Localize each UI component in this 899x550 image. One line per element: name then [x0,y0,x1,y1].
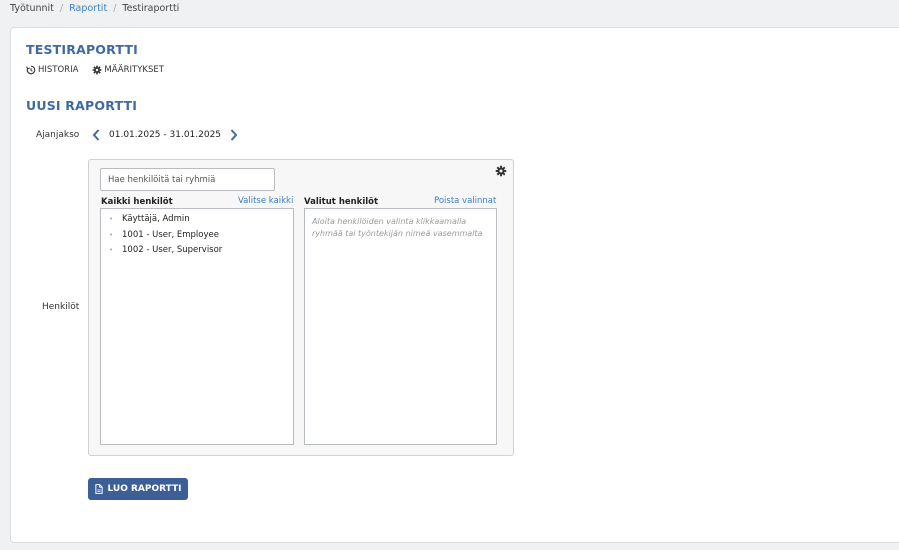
next-period-button[interactable] [229,128,239,142]
gear-icon [93,65,102,75]
settings-label: MÄÄRITYKSET [104,65,164,75]
clear-selection-link[interactable]: Poista valinnat [434,196,496,206]
file-report-icon [95,484,104,494]
list-item-label: 1001 - User, Employee [122,229,219,240]
person-selector-panel: Hae henkilöitä tai ryhmiä Kaikki henkilö… [88,159,514,456]
period-value[interactable]: 01.01.2025 - 31.01.2025 [109,130,221,140]
history-link[interactable]: HISTORIA [26,65,78,75]
report-card: TESTIRAPORTTI HISTORIA MÄÄRITYKSET UUSI … [10,27,899,543]
breadcrumb-current: Testiraportti [122,3,180,14]
section-title: UUSI RAPORTTI [26,98,138,113]
bullet: • [109,215,114,223]
report-subnav: HISTORIA MÄÄRITYKSET [26,65,164,75]
chevron-left-icon [92,129,100,141]
all-persons-header: Kaikki henkilöt [101,197,173,207]
breadcrumb-root[interactable]: Työtunnit [10,3,54,14]
bullet: • [109,246,114,254]
period-label: Ajanjakso [36,130,80,140]
selected-persons-header: Valitut henkilöt [304,197,379,207]
persons-label: Henkilöt [42,302,80,312]
page-title: TESTIRAPORTTI [26,42,138,57]
history-label: HISTORIA [38,65,79,75]
breadcrumb-link-reports[interactable]: Raportit [69,3,107,14]
prev-period-button[interactable] [91,128,101,142]
selection-hint: Aloita henkilöiden valinta klikkaamalla … [312,217,483,238]
list-item[interactable]: • Käyttäjä, Admin [101,212,293,228]
breadcrumb-separator: / [113,3,117,14]
breadcrumb-separator: / [59,3,64,14]
create-report-label: LUO RAPORTTI [107,484,182,494]
create-report-button[interactable]: LUO RAPORTTI [88,478,188,500]
period-selector: 01.01.2025 - 31.01.2025 [91,128,239,142]
bullet: • [109,230,114,239]
list-item[interactable]: • 1001 - User, Employee [101,228,293,244]
list-item[interactable]: • 1002 - User, Supervisor [101,243,293,259]
list-item-label: 1002 - User, Supervisor [122,245,223,255]
gear-icon[interactable] [495,165,507,177]
settings-link[interactable]: MÄÄRITYKSET [92,65,164,75]
all-persons-list[interactable]: • Käyttäjä, Admin • 1001 - User, Employee … [100,208,294,445]
chevron-right-icon [230,129,238,141]
list-item-label: Käyttäjä, Admin [122,214,190,224]
select-all-link[interactable]: Valitse kaikki [238,196,293,206]
breadcrumb: Työtunnit / Raportit / Testiraportti [10,3,179,14]
selected-persons-list[interactable]: Aloita henkilöiden valinta klikkaamalla … [304,208,497,445]
history-icon [26,65,36,75]
search-input[interactable]: Hae henkilöitä tai ryhmiä [100,168,275,191]
